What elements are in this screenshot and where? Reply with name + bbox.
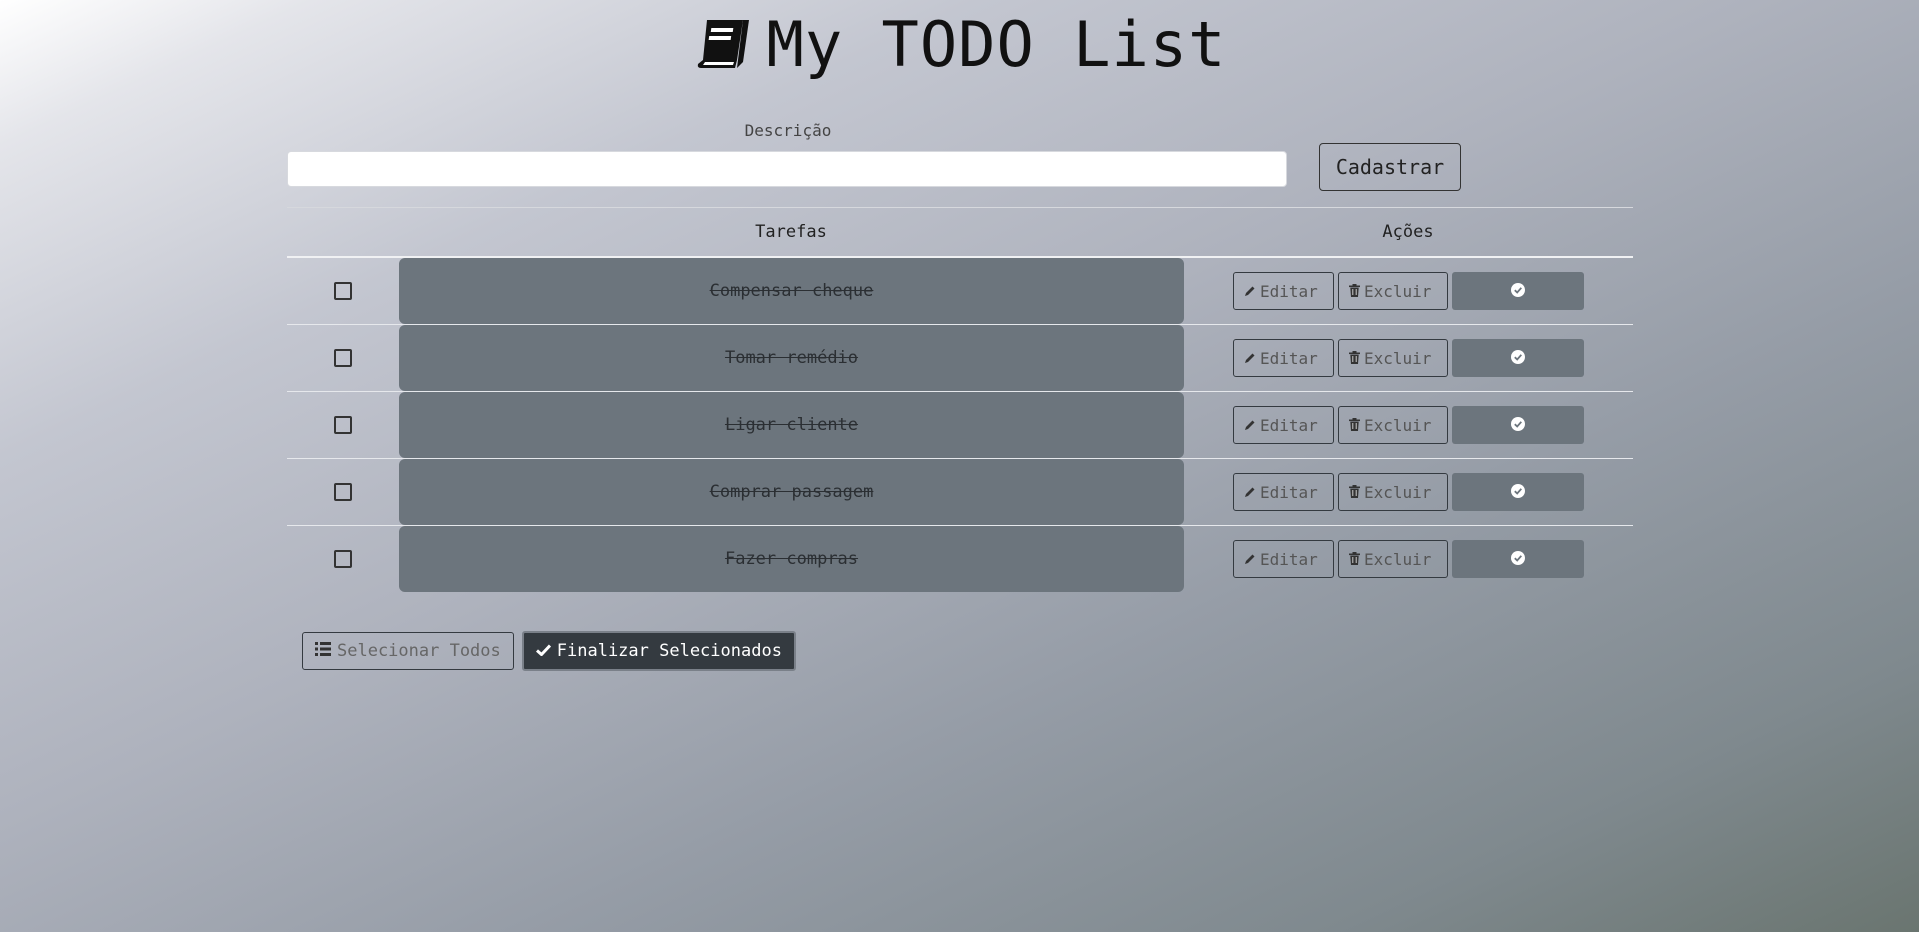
row-actions: Editar Excluir (1184, 540, 1633, 578)
delete-button[interactable]: Excluir (1338, 473, 1448, 511)
select-cell (287, 349, 399, 367)
delete-button[interactable]: Excluir (1338, 540, 1448, 578)
edit-button[interactable]: Editar (1233, 406, 1334, 444)
delete-label: Excluir (1364, 348, 1432, 368)
edit-button[interactable]: Editar (1233, 473, 1334, 511)
row-actions: Editar Excluir (1184, 473, 1633, 511)
delete-label: Excluir (1364, 415, 1432, 435)
select-cell (287, 483, 399, 501)
pencil-icon (1244, 349, 1256, 368)
table-row: Fazer compras Editar Excluir (287, 526, 1633, 592)
page-header: My TODO List (0, 7, 1919, 81)
select-checkbox[interactable] (334, 416, 352, 434)
edit-label: Editar (1260, 415, 1318, 435)
edit-label: Editar (1260, 281, 1318, 301)
complete-button[interactable] (1452, 540, 1584, 578)
check-circle-icon (1511, 416, 1525, 434)
task-name[interactable]: Fazer compras (399, 526, 1184, 592)
delete-label: Excluir (1364, 281, 1432, 301)
trash-icon (1349, 483, 1360, 502)
table-row: Comprar passagem Editar Excluir (287, 459, 1633, 526)
select-cell (287, 282, 399, 300)
trash-icon (1349, 349, 1360, 368)
select-all-button[interactable]: Selecionar Todos (302, 632, 514, 670)
finish-selected-button[interactable]: Finalizar Selecionados (521, 631, 796, 671)
page-title: My TODO List (766, 7, 1227, 81)
check-circle-icon (1511, 550, 1525, 568)
task-name[interactable]: Compensar cheque (399, 258, 1184, 324)
task-name[interactable]: Tomar remédio (399, 325, 1184, 391)
complete-button[interactable] (1452, 473, 1584, 511)
pencil-icon (1244, 416, 1256, 435)
description-label: Descrição (744, 121, 832, 140)
complete-button[interactable] (1452, 406, 1584, 444)
tasks-table: Tarefas Ações Compensar cheque Editar Ex… (287, 207, 1633, 592)
check-icon (535, 641, 551, 661)
delete-label: Excluir (1364, 549, 1432, 569)
select-checkbox[interactable] (334, 483, 352, 501)
book-icon (693, 16, 749, 72)
header-acoes: Ações (1382, 222, 1434, 242)
edit-button[interactable]: Editar (1233, 540, 1334, 578)
cadastrar-button[interactable]: Cadastrar (1319, 143, 1461, 191)
select-checkbox[interactable] (334, 282, 352, 300)
row-actions: Editar Excluir (1184, 406, 1633, 444)
edit-label: Editar (1260, 348, 1318, 368)
check-circle-icon (1511, 349, 1525, 367)
task-name[interactable]: Comprar passagem (399, 459, 1184, 525)
row-actions: Editar Excluir (1184, 339, 1633, 377)
description-input[interactable] (287, 151, 1287, 187)
delete-button[interactable]: Excluir (1338, 339, 1448, 377)
table-header: Tarefas Ações (287, 207, 1633, 258)
table-row: Compensar cheque Editar Excluir (287, 258, 1633, 325)
trash-icon (1349, 282, 1360, 301)
pencil-icon (1244, 550, 1256, 569)
trash-icon (1349, 416, 1360, 435)
edit-button[interactable]: Editar (1233, 272, 1334, 310)
check-circle-icon (1511, 483, 1525, 501)
delete-button[interactable]: Excluir (1338, 406, 1448, 444)
complete-button[interactable] (1452, 339, 1584, 377)
table-body: Compensar cheque Editar Excluir Tomar re… (287, 258, 1633, 592)
bulk-actions: Selecionar Todos Finalizar Selecionados (302, 631, 796, 671)
pencil-icon (1244, 483, 1256, 502)
select-cell (287, 550, 399, 568)
table-row: Ligar cliente Editar Excluir (287, 392, 1633, 459)
select-checkbox[interactable] (334, 550, 352, 568)
complete-button[interactable] (1452, 272, 1584, 310)
delete-button[interactable]: Excluir (1338, 272, 1448, 310)
delete-label: Excluir (1364, 482, 1432, 502)
list-icon (315, 641, 331, 661)
select-cell (287, 416, 399, 434)
pencil-icon (1244, 282, 1256, 301)
finish-selected-label: Finalizar Selecionados (556, 641, 782, 661)
header-tarefas: Tarefas (755, 222, 827, 242)
trash-icon (1349, 550, 1360, 569)
row-actions: Editar Excluir (1184, 272, 1633, 310)
edit-button[interactable]: Editar (1233, 339, 1334, 377)
check-circle-icon (1511, 282, 1525, 300)
select-checkbox[interactable] (334, 349, 352, 367)
select-all-label: Selecionar Todos (337, 641, 501, 661)
table-row: Tomar remédio Editar Excluir (287, 325, 1633, 392)
edit-label: Editar (1260, 549, 1318, 569)
edit-label: Editar (1260, 482, 1318, 502)
task-name[interactable]: Ligar cliente (399, 392, 1184, 458)
